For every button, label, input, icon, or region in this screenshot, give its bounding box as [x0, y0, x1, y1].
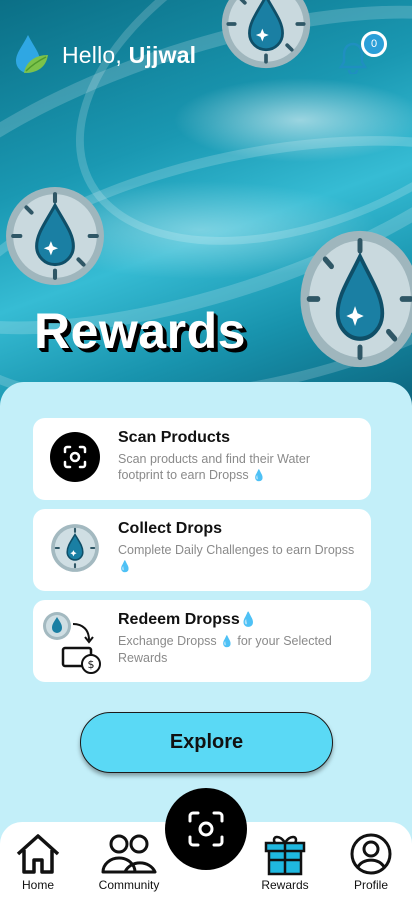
- water-drop-icon: 💧: [220, 636, 234, 648]
- card-description: Exchange Dropss 💧 for your Selected Rewa…: [118, 634, 332, 665]
- redeem-icon: $: [43, 612, 101, 674]
- nav-rewards-label: Rewards: [261, 878, 309, 892]
- redeem-dropss-card[interactable]: $ Redeem Dropss💧 Exchange Dropss 💧 for y…: [33, 600, 371, 682]
- svg-text:$: $: [88, 658, 95, 671]
- nav-home[interactable]: Home: [0, 832, 78, 892]
- nav-profile-label: Profile: [353, 878, 388, 892]
- collect-drops-card[interactable]: Collect Drops Complete Daily Challenges …: [33, 509, 371, 591]
- water-drop-icon: 💧: [239, 611, 258, 627]
- nav-community-label: Community: [98, 878, 160, 892]
- home-icon: [16, 834, 60, 874]
- card-description: Complete Daily Challenges to earn Dropss…: [118, 543, 355, 573]
- water-drop-icon: 💧: [118, 561, 132, 573]
- greeting-text: Hello, Ujjwal: [62, 42, 196, 69]
- card-title: Scan Products: [118, 429, 231, 446]
- profile-icon: [350, 833, 392, 875]
- card-description: Scan products and find their Water footp…: [118, 452, 310, 482]
- water-drop-icon: 💧: [252, 470, 266, 482]
- card-title: Redeem Dropss💧: [118, 611, 258, 628]
- card-title: Collect Drops: [118, 520, 223, 537]
- user-name: Ujjwal: [128, 42, 197, 68]
- community-icon: [101, 834, 157, 874]
- scan-icon: [50, 432, 100, 482]
- greeting-label: Hello,: [62, 42, 123, 68]
- drop-coin-icon: [300, 230, 412, 368]
- scan-button[interactable]: [165, 788, 247, 870]
- gift-icon: [264, 835, 306, 876]
- nav-community[interactable]: Community: [89, 832, 169, 892]
- app-logo-icon: [16, 35, 48, 73]
- scan-products-card[interactable]: Scan Products Scan products and find the…: [33, 418, 371, 500]
- scan-icon: [188, 811, 224, 847]
- hero-banner: Hello, Ujjwal 0 Rewards: [0, 0, 412, 420]
- drop-coin-icon: [221, 0, 311, 69]
- nav-home-label: Home: [21, 878, 54, 892]
- nav-rewards[interactable]: Rewards: [245, 832, 325, 892]
- drop-coin-icon: [51, 524, 99, 572]
- drop-coin-icon: [6, 187, 104, 285]
- nav-profile[interactable]: Profile: [331, 832, 411, 892]
- explore-button[interactable]: Explore: [80, 712, 333, 773]
- notification-badge: 0: [361, 31, 387, 57]
- page-title: Rewards: [34, 303, 246, 359]
